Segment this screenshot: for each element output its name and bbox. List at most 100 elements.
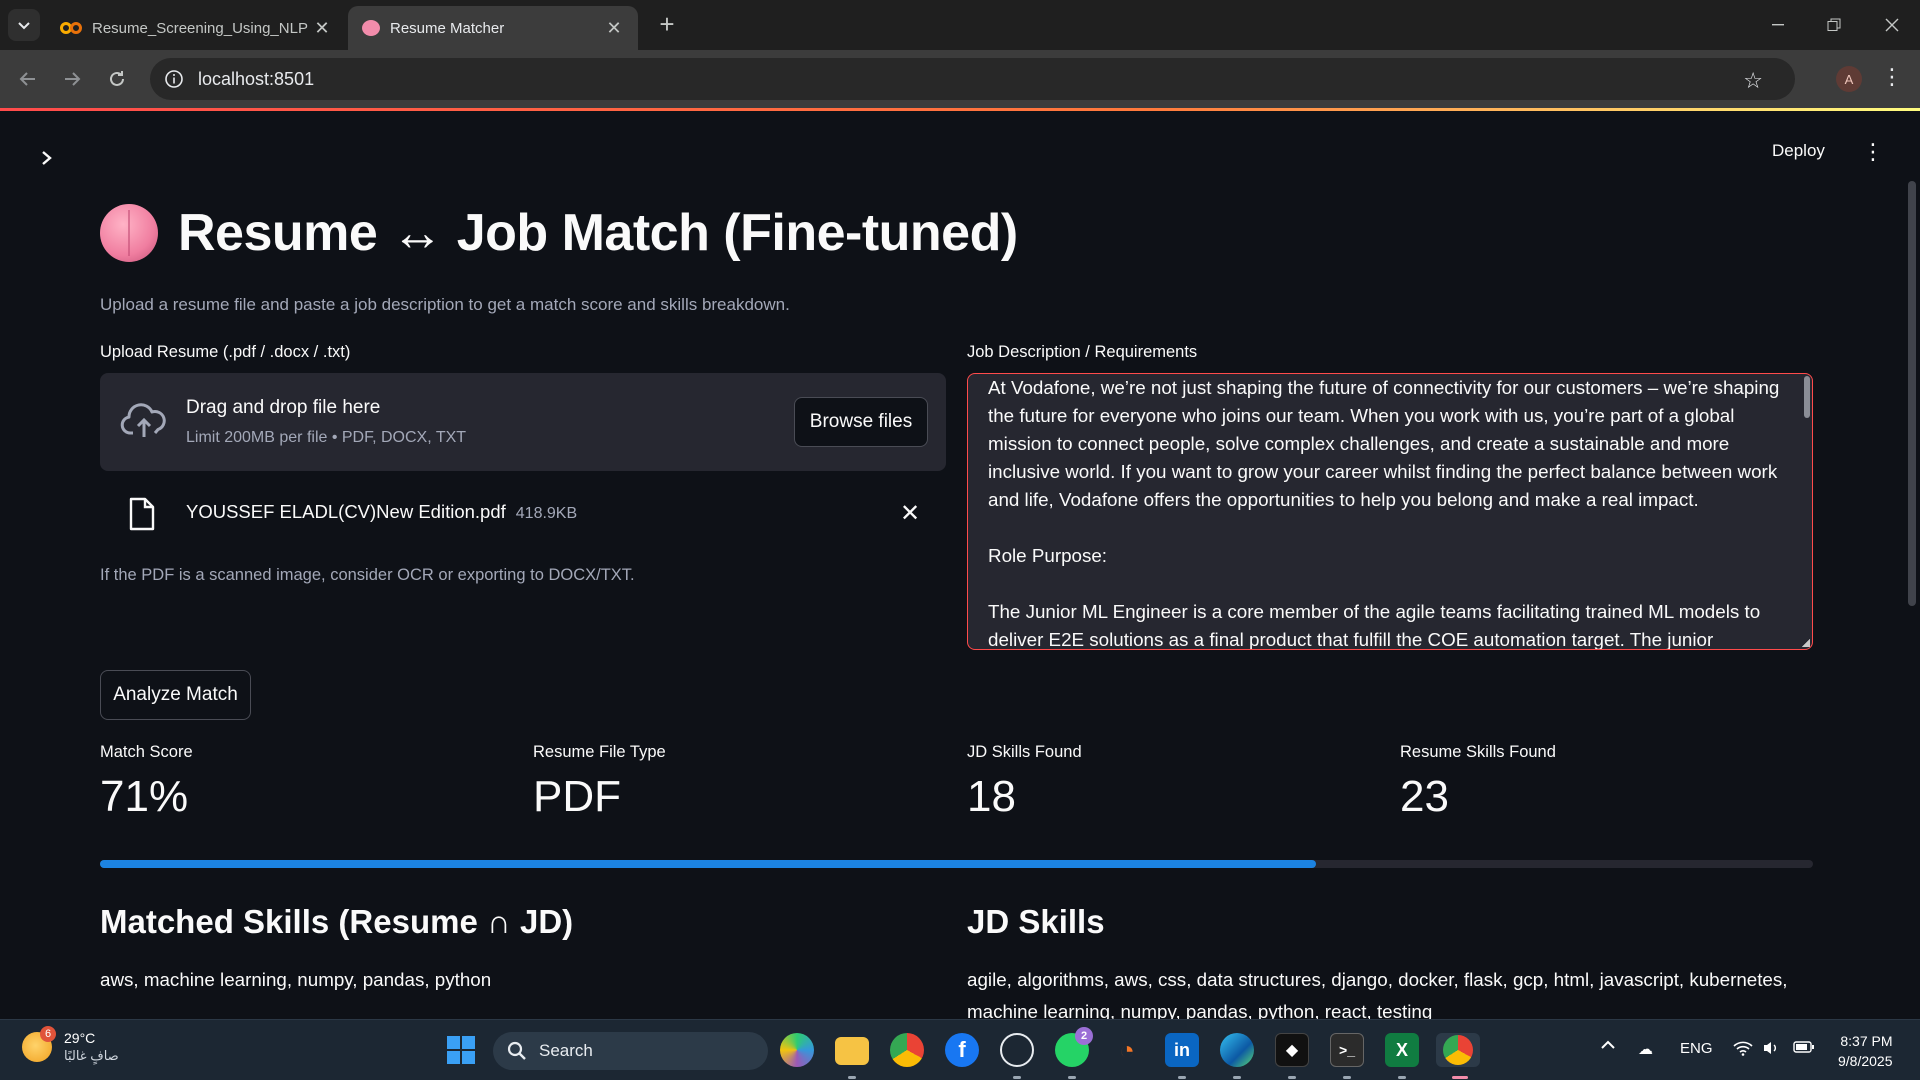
file-dropzone[interactable]: Drag and drop file here Limit 200MB per … — [100, 373, 946, 471]
running-indicator — [1013, 1076, 1021, 1079]
url-text[interactable]: localhost:8501 — [198, 69, 314, 90]
language-indicator[interactable]: ENG — [1680, 1040, 1713, 1057]
match-progress-bar — [100, 860, 1813, 868]
jd-paragraph: At Vodafone, we’re not just shaping the … — [988, 377, 1780, 510]
unity-icon[interactable]: ◆ — [1275, 1033, 1309, 1067]
weather-widget[interactable]: 6 29°C صافٍ غالبًا — [22, 1026, 119, 1064]
remove-file-icon[interactable]: ✕ — [900, 499, 920, 528]
metric-resume-skills: Resume Skills Found 23 — [1400, 743, 1556, 822]
browse-files-button[interactable]: Browse files — [794, 397, 928, 447]
running-indicator — [1343, 1076, 1351, 1079]
volume-icon[interactable] — [1762, 1040, 1780, 1060]
active-indicator — [1452, 1076, 1468, 1079]
arrow-right-icon — [65, 72, 81, 86]
metric-file-type: Resume File Type PDF — [533, 743, 666, 822]
file-name: YOUSSEF ELADL(CV)New Edition.pdf — [186, 501, 506, 522]
browser-menu-icon[interactable]: ⋮ — [1880, 64, 1904, 94]
textarea-scrollbar[interactable] — [1804, 376, 1810, 418]
colab-icon — [60, 22, 82, 34]
dropzone-limit: Limit 200MB per file • PDF, DOCX, TXT — [186, 429, 467, 446]
wifi-icon[interactable] — [1733, 1040, 1753, 1060]
job-description-label: Job Description / Requirements — [967, 343, 1198, 361]
restore-icon — [1827, 18, 1841, 31]
close-icon[interactable]: ✕ — [604, 18, 624, 39]
metric-label: Match Score — [100, 743, 193, 761]
app-menu-icon[interactable]: ⋮ — [1862, 139, 1884, 165]
deploy-button[interactable]: Deploy — [1772, 141, 1825, 161]
app-main: Deploy ⋮ Resume ↔ Job Match (Fine-tuned)… — [0, 111, 1920, 1022]
metric-match-score: Match Score 71% — [100, 743, 193, 822]
upload-label: Upload Resume (.pdf / .docx / .txt) — [100, 343, 351, 361]
analyze-match-button[interactable]: Analyze Match — [100, 670, 251, 720]
system-clock[interactable]: 8:37 PM 9/8/2025 — [1838, 1031, 1893, 1071]
tab-resume-screening[interactable]: Resume_Screening_Using_NLP ( ✕ — [46, 6, 346, 50]
arrow-left-icon — [19, 72, 35, 86]
battery-icon[interactable] — [1793, 1040, 1815, 1058]
running-indicator — [1178, 1076, 1186, 1079]
taskbar-search[interactable]: Search — [493, 1032, 768, 1070]
whatsapp-icon[interactable]: 2 — [1055, 1027, 1093, 1067]
excel-icon[interactable]: X — [1385, 1033, 1419, 1067]
job-description-textarea[interactable]: At Vodafone, we’re not just shaping the … — [967, 373, 1813, 650]
chrome-active-icon[interactable] — [1436, 1033, 1480, 1067]
linkedin-icon[interactable]: in — [1165, 1033, 1199, 1067]
chrome-icon[interactable] — [890, 1033, 924, 1067]
tab-title: Resume Matcher — [390, 19, 505, 37]
bookmark-star-icon[interactable]: ☆ — [1743, 68, 1763, 94]
weather-sun-icon: 6 — [22, 1026, 56, 1062]
tab-title: Resume_Screening_Using_NLP ( — [92, 19, 312, 37]
weather-temp: 29°C — [64, 1030, 96, 1046]
restore-button[interactable] — [1806, 0, 1862, 50]
chatgpt-icon[interactable] — [1000, 1033, 1034, 1067]
windows-logo-icon — [447, 1036, 475, 1064]
back-button[interactable] — [12, 63, 44, 95]
running-indicator — [1288, 1076, 1296, 1079]
file-explorer-icon[interactable] — [835, 1037, 869, 1065]
tab-resume-matcher[interactable]: Resume Matcher ✕ — [348, 6, 638, 50]
start-button[interactable] — [444, 1033, 478, 1067]
tray-overflow-icon[interactable] — [1600, 1037, 1616, 1057]
terminal-icon[interactable]: >_ — [1330, 1033, 1364, 1067]
reload-button[interactable] — [101, 63, 133, 95]
app-icon-1[interactable] — [780, 1033, 814, 1067]
metric-label: JD Skills Found — [967, 743, 1082, 761]
running-indicator — [1398, 1076, 1406, 1079]
chrome-icon — [1443, 1035, 1473, 1065]
running-indicator — [1233, 1076, 1241, 1079]
metric-label: Resume File Type — [533, 743, 666, 761]
weather-description: صافٍ غالبًا — [64, 1048, 119, 1063]
info-icon[interactable] — [164, 69, 184, 89]
reload-icon — [110, 71, 124, 86]
metric-value: 23 — [1400, 772, 1449, 821]
close-icon[interactable]: ✕ — [312, 18, 332, 39]
minimize-icon — [1772, 24, 1784, 26]
edge-icon[interactable] — [1220, 1033, 1254, 1067]
metric-value: 18 — [967, 772, 1016, 821]
close-icon — [1885, 18, 1899, 32]
new-tab-button[interactable]: + — [652, 10, 682, 40]
jd-paragraph: Role Purpose: — [988, 545, 1108, 566]
dropzone-title: Drag and drop file here — [186, 397, 381, 418]
jupyter-icon[interactable]: ◔ — [1110, 1033, 1144, 1067]
tab-search-button[interactable] — [8, 9, 40, 41]
close-window-button[interactable] — [1864, 0, 1920, 50]
page-scrollbar[interactable] — [1908, 181, 1916, 606]
running-indicator — [1068, 1076, 1076, 1079]
resize-handle[interactable] — [1802, 639, 1810, 647]
metric-value: 71% — [100, 772, 189, 821]
weather-badge: 6 — [40, 1026, 56, 1042]
clock-date: 9/8/2025 — [1838, 1053, 1893, 1069]
page-title: Resume ↔ Job Match (Fine-tuned) — [178, 204, 1018, 262]
page-header: Resume ↔ Job Match (Fine-tuned) — [100, 203, 1018, 263]
forward-button[interactable] — [56, 63, 88, 95]
profile-avatar[interactable]: A — [1836, 66, 1862, 92]
onedrive-icon[interactable]: ☁ — [1638, 1040, 1653, 1058]
cloud-upload-icon — [120, 403, 166, 437]
facebook-icon[interactable]: f — [945, 1033, 979, 1067]
minimize-button[interactable] — [1750, 0, 1806, 50]
jd-skills-list: agile, algorithms, aws, css, data struct… — [967, 969, 1788, 1022]
address-bar[interactable]: localhost:8501 ☆ — [150, 58, 1795, 100]
sidebar-expand-icon[interactable] — [40, 146, 54, 172]
ocr-hint: If the PDF is a scanned image, consider … — [100, 566, 635, 584]
whatsapp-badge: 2 — [1075, 1027, 1093, 1045]
